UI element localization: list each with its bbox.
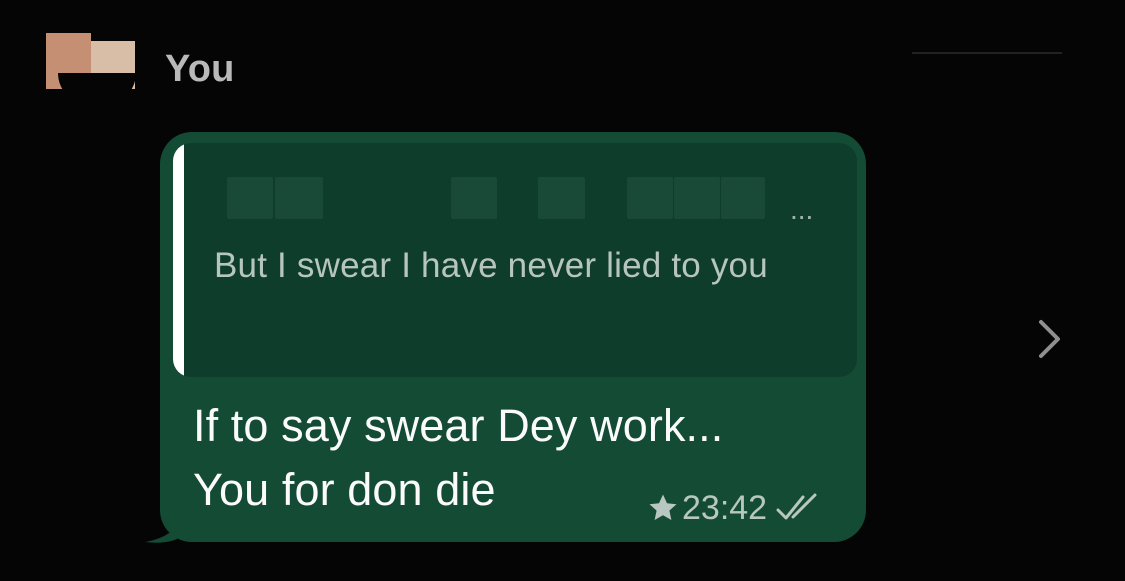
sender-avatar[interactable] xyxy=(46,33,136,107)
redacted-header-detail xyxy=(912,52,1062,54)
star-icon xyxy=(649,494,677,520)
avatar-photo-shadow xyxy=(58,73,136,105)
sender-name: You xyxy=(165,48,235,90)
quoted-message[interactable]: ... But I swear I have never lied to you xyxy=(173,143,857,377)
redacted-quoted-sender xyxy=(227,177,787,219)
message-meta: 23:42 xyxy=(647,488,823,528)
double-check-icon xyxy=(776,493,817,520)
chevron-right-icon[interactable] xyxy=(1032,317,1066,361)
quote-accent-bar xyxy=(173,143,184,377)
quoted-message-text: But I swear I have never lied to you xyxy=(214,246,768,285)
message-time: 23:42 xyxy=(682,489,768,527)
message-bubble-tail xyxy=(145,506,187,544)
quoted-sender-ellipsis: ... xyxy=(790,194,814,225)
